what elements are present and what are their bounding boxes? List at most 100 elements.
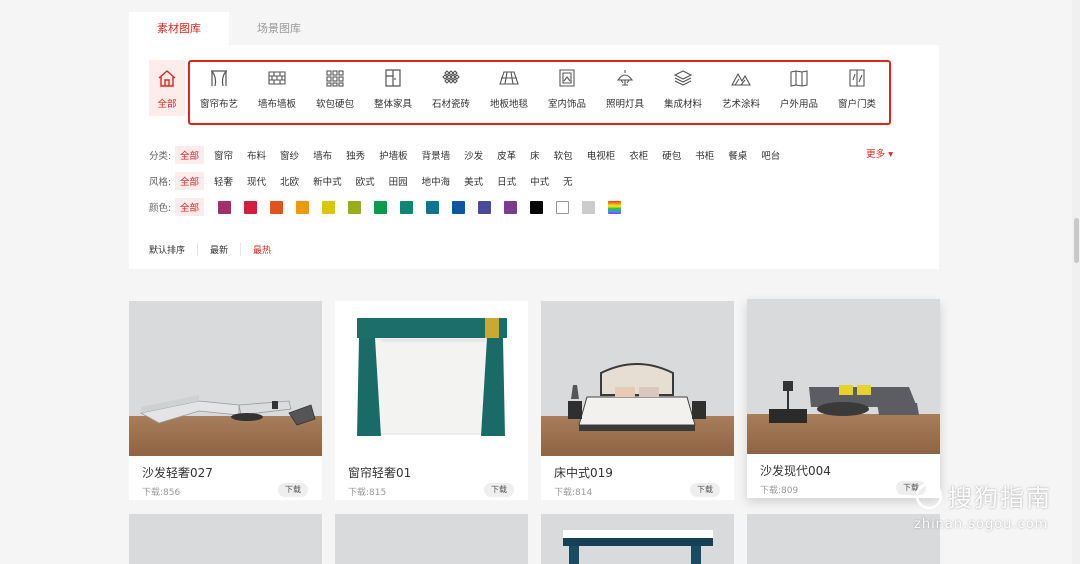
type-option[interactable]: 床 [530, 148, 540, 162]
color-swatch[interactable] [426, 200, 440, 214]
style-option[interactable]: 欧式 [356, 174, 375, 188]
color-option-all[interactable]: 全部 [175, 198, 205, 216]
category-soft-hard-panel[interactable]: 软包硬包 [307, 60, 363, 116]
sort-hottest[interactable]: 最热 [240, 243, 283, 256]
category-windows-doors[interactable]: 窗户门类 [829, 60, 885, 116]
color-swatch[interactable] [556, 200, 570, 214]
card-thumbnail [335, 514, 528, 564]
scrollbar-thumb[interactable] [1074, 218, 1079, 263]
type-option[interactable]: 全部 [175, 146, 205, 164]
style-option[interactable]: 美式 [464, 174, 483, 188]
brick-wall-icon [268, 71, 286, 85]
material-card[interactable] [129, 514, 322, 564]
sort-bar: 默认排序 最新 最热 [149, 243, 283, 256]
type-option[interactable]: 背景墙 [422, 148, 451, 162]
category-decor[interactable]: 室内饰品 [539, 60, 595, 116]
type-option[interactable]: 餐桌 [728, 148, 747, 162]
style-option[interactable]: 北欧 [280, 174, 299, 188]
color-swatch[interactable] [400, 200, 414, 214]
material-card[interactable] [541, 514, 734, 564]
type-option[interactable]: 皮革 [497, 148, 516, 162]
wardrobe-icon [385, 69, 401, 87]
type-option[interactable]: 硬包 [662, 148, 681, 162]
category-furniture[interactable]: 整体家具 [365, 60, 421, 116]
type-option[interactable]: 电视柜 [587, 148, 616, 162]
category-label: 照明灯具 [605, 99, 644, 110]
type-option[interactable]: 软包 [554, 148, 573, 162]
material-card[interactable]: 沙发轻奢027 下载:856 下载 [129, 301, 322, 500]
color-swatch[interactable] [582, 200, 596, 214]
type-option[interactable]: 墙布 [313, 148, 332, 162]
style-option[interactable]: 田园 [389, 174, 408, 188]
color-swatch[interactable] [348, 200, 362, 214]
color-swatch[interactable] [530, 200, 544, 214]
library-tabs: 素材图库 场景图库 [129, 12, 329, 45]
tile-pattern-icon [442, 70, 460, 84]
style-option[interactable]: 新中式 [313, 174, 342, 188]
mountain-icon [731, 72, 751, 86]
category-art-paint[interactable]: 艺术涂料 [713, 60, 769, 116]
card-thumbnail [129, 514, 322, 564]
type-option[interactable]: 独秀 [346, 148, 365, 162]
more-button[interactable]: 更多 ▾ [866, 146, 893, 160]
download-button[interactable]: 下载 [278, 483, 308, 497]
sort-default[interactable]: 默认排序 [149, 243, 197, 256]
material-card[interactable] [335, 514, 528, 564]
card-downloads: 下载:856 [142, 488, 181, 498]
type-option[interactable]: 护墙板 [379, 148, 408, 162]
type-option[interactable]: 衣柜 [629, 148, 648, 162]
download-button[interactable]: 下载 [484, 483, 514, 497]
category-all[interactable]: 全部 [149, 60, 185, 116]
type-option[interactable]: 沙发 [464, 148, 483, 162]
scrollbar[interactable] [1072, 0, 1080, 564]
more-label: 更多 [866, 149, 886, 160]
style-option[interactable]: 中式 [530, 174, 549, 188]
color-swatch[interactable] [374, 200, 388, 214]
sofa-image [139, 395, 316, 426]
color-swatch[interactable] [270, 200, 284, 214]
style-option[interactable]: 无 [563, 174, 573, 188]
material-card[interactable]: 窗帘轻奢01 下载:815 下载 [335, 301, 528, 500]
category-lighting[interactable]: 照明灯具 [597, 60, 653, 116]
color-swatch[interactable] [608, 200, 622, 214]
material-card[interactable] [747, 514, 940, 564]
category-label: 窗户门类 [837, 99, 876, 110]
style-option[interactable]: 地中海 [422, 174, 451, 188]
category-floor-carpet[interactable]: 地板地毯 [481, 60, 537, 116]
type-option[interactable]: 书柜 [695, 148, 714, 162]
category-curtain[interactable]: 窗帘布艺 [191, 60, 247, 116]
color-swatch[interactable] [504, 200, 518, 214]
tab-material-library[interactable]: 素材图库 [129, 12, 229, 45]
type-option[interactable]: 窗纱 [280, 148, 299, 162]
watermark: 搜狗指南 zhinan.sogou.com [914, 478, 1052, 532]
card-title: 沙发现代004 [760, 464, 831, 478]
sort-newest[interactable]: 最新 [197, 243, 240, 256]
type-option[interactable]: 吧台 [761, 148, 780, 162]
color-swatch[interactable] [296, 200, 310, 214]
style-option[interactable]: 日式 [497, 174, 516, 188]
home-icon [158, 70, 176, 87]
category-label: 全部 [157, 99, 177, 110]
color-swatch[interactable] [452, 200, 466, 214]
tab-scene-library[interactable]: 场景图库 [229, 12, 329, 45]
color-swatch[interactable] [478, 200, 492, 214]
picture-frame-icon [559, 69, 575, 87]
color-swatch[interactable] [322, 200, 336, 214]
style-option[interactable]: 轻奢 [214, 174, 233, 188]
download-button[interactable]: 下载 [690, 483, 720, 497]
color-swatch[interactable] [218, 200, 232, 214]
style-option[interactable]: 现代 [247, 174, 266, 188]
category-outdoor[interactable]: 户外用品 [771, 60, 827, 116]
category-wall-board[interactable]: 墙布墙板 [249, 60, 305, 116]
type-option[interactable]: 布料 [247, 148, 266, 162]
category-integrated-material[interactable]: 集成材料 [655, 60, 711, 116]
material-card[interactable]: 沙发现代004 下载:809 下载 [747, 299, 940, 498]
bed-image [568, 363, 706, 431]
style-option[interactable]: 全部 [175, 172, 205, 190]
filter-panel: 全部 窗帘布艺 墙布墙板 软包硬包 整体家具 石材瓷砖 地板地毯 室内饰品 照明… [129, 45, 939, 269]
category-stone-tile[interactable]: 石材瓷砖 [423, 60, 479, 116]
category-label: 整体家具 [373, 99, 412, 110]
type-option[interactable]: 窗帘 [214, 148, 233, 162]
color-swatch[interactable] [244, 200, 258, 214]
material-card[interactable]: 床中式019 下载:814 下载 [541, 301, 734, 500]
